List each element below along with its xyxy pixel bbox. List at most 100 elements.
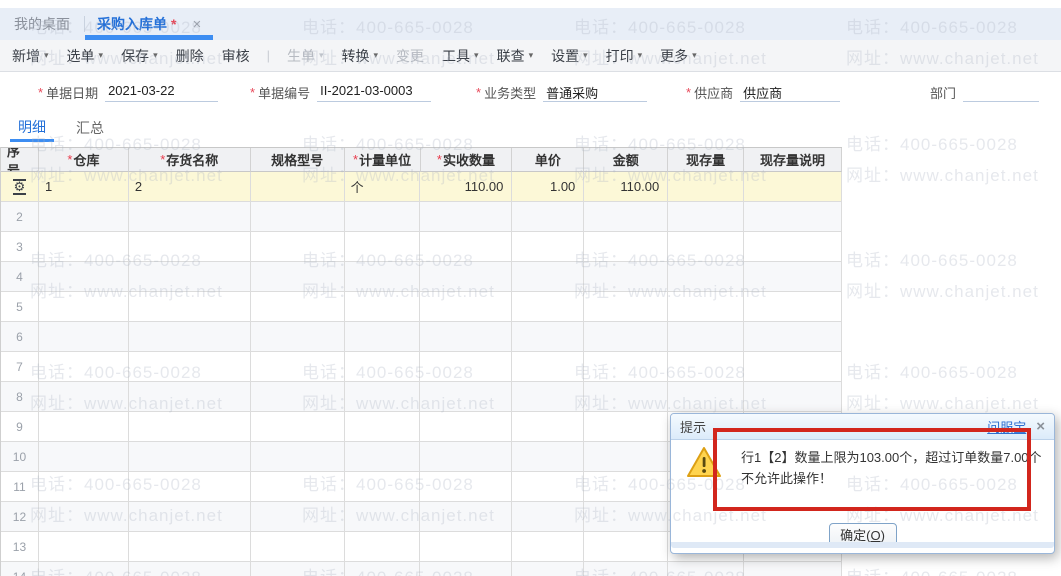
alert-dialog: 提示 问服宝 × 行1【2】数量上限为103.00个，超过订单数量7.00个 不… [670, 413, 1055, 554]
grid-cell[interactable]: 110.00 [420, 172, 513, 202]
grid-cell[interactable] [250, 172, 345, 202]
watermark-site-text: 网址：www.chanjet.net [846, 394, 1039, 413]
row-number: 5 [16, 299, 23, 314]
close-icon[interactable]: × [1036, 418, 1045, 435]
grid-cell[interactable] [744, 172, 842, 202]
grid-cell [584, 562, 669, 576]
grid-cell [744, 202, 842, 232]
field-value-input[interactable]: II-2021-03-0003 [317, 83, 432, 102]
table-row[interactable]: 2 [1, 202, 842, 232]
grid-cell [344, 412, 421, 442]
table-row[interactable]: 8 [1, 382, 842, 412]
table-row[interactable]: 7 [1, 352, 842, 382]
grid-cell [584, 262, 669, 292]
modified-marker: * [171, 16, 177, 32]
row-number-cell: 8 [1, 382, 39, 412]
toolbar-button[interactable]: 删除 [176, 46, 204, 66]
column-header-label: 单价 [534, 153, 561, 168]
toolbar-button[interactable]: 新增 ▾ [12, 46, 49, 66]
row-settings-cell[interactable]: ⚙ [1, 172, 39, 202]
grid-cell [344, 262, 421, 292]
grid-cell [668, 322, 745, 352]
column-header-label: 规格型号 [271, 153, 324, 168]
toolbar-button[interactable]: 选单 ▾ [67, 46, 104, 66]
grid-cell [344, 232, 421, 262]
row-number: 2 [16, 209, 23, 224]
grid-cell[interactable] [668, 172, 745, 202]
table-row[interactable]: 14 [1, 562, 842, 576]
grid-cell[interactable]: 1.00 [512, 172, 585, 202]
toolbar-button-label: 更多 [660, 47, 689, 64]
grid-cell[interactable]: 个 [344, 172, 421, 202]
row-number: 14 [13, 570, 26, 576]
toolbar-button[interactable]: 审核 [222, 46, 250, 66]
field-value-input[interactable]: 供应商 [740, 83, 841, 102]
grid-column-header[interactable]: 规格型号 [250, 148, 345, 172]
field-value-input[interactable] [963, 83, 1040, 102]
grid-cell [38, 472, 129, 502]
toolbar-button-label: 工具 [442, 47, 471, 64]
toolbar-button[interactable]: 保存 ▾ [121, 46, 158, 66]
grid-column-header[interactable]: * 计量单位 [344, 148, 421, 172]
chevron-down-icon: ▾ [528, 50, 534, 60]
grid-cell [251, 562, 345, 576]
table-row[interactable]: 6 [1, 322, 842, 352]
grid-cell [345, 562, 421, 576]
toolbar-button[interactable]: 工具 ▾ [442, 46, 479, 66]
grid-cell [128, 502, 251, 532]
toolbar-button-label: 生单 [286, 47, 315, 64]
grid-cell[interactable]: 110.00 [584, 172, 669, 202]
toolbar-button[interactable]: 生单 ▾ [287, 46, 324, 66]
message-line-1: 行1【2】数量上限为103.00个，超过订单数量7.00个 [741, 450, 1042, 465]
app-window: 我的桌面 采购入库单 * × 新增 ▾ 选单 ▾ 保存 ▾ 删除 审核 | 生单 ▾ 转换 ▾ 变更 工具 ▾… [0, 0, 1061, 576]
grid-cell[interactable]: 2 [128, 172, 251, 202]
grid-cell [668, 382, 745, 412]
grid-cell [250, 382, 345, 412]
row-number-cell: 14 [1, 562, 39, 576]
help-link[interactable]: 问服宝 [987, 417, 1026, 436]
grid-column-header[interactable]: 金额 [584, 148, 669, 172]
table-row[interactable]: 3 [1, 232, 842, 262]
close-icon[interactable]: × [192, 16, 201, 33]
grid-cell [250, 412, 345, 442]
row-number-cell: 4 [1, 262, 39, 292]
tab-detail[interactable]: 明细 [10, 112, 54, 142]
field-value-input[interactable]: 2021-03-22 [105, 83, 219, 102]
grid-column-header[interactable]: * 存货名称 [128, 148, 251, 172]
grid-column-header[interactable]: 序号 [1, 148, 39, 172]
row-number: 13 [12, 539, 27, 554]
toolbar-button[interactable]: 更多 ▾ [660, 46, 697, 66]
grid-column-header[interactable]: * 实收数量 [420, 148, 513, 172]
grid-cell [512, 562, 585, 576]
grid-cell [38, 442, 129, 472]
grid-cell [250, 442, 345, 472]
gear-icon[interactable]: ⚙ [12, 178, 27, 195]
grid-column-header[interactable]: 现存量说明 [744, 148, 842, 172]
table-row[interactable]: 5 [1, 292, 842, 322]
toolbar-button[interactable]: 联查 ▾ [497, 46, 534, 66]
grid-cell [584, 322, 669, 352]
grid-cell [584, 532, 669, 562]
tab-purchase-receipt[interactable]: 采购入库单 * × [85, 8, 214, 40]
toolbar-button[interactable]: 设置 ▾ [551, 46, 588, 66]
toolbar-button[interactable]: 变更 [396, 46, 424, 66]
grid-cell [38, 502, 129, 532]
table-row[interactable]: 4 [1, 262, 842, 292]
toolbar-button[interactable]: 转换 ▾ [342, 46, 379, 66]
grid-cell[interactable]: 1 [38, 172, 129, 202]
grid-column-header[interactable]: 现存量 [668, 148, 745, 172]
chevron-down-icon: ▾ [98, 50, 104, 60]
field-value-input[interactable]: 普通采购 [543, 83, 648, 102]
grid-cell [38, 292, 129, 322]
grid-column-header[interactable]: 单价 [512, 148, 585, 172]
toolbar-button[interactable]: 打印 ▾ [606, 46, 643, 66]
tab-my-desktop[interactable]: 我的桌面 [0, 8, 84, 40]
field-label: 部门 [930, 86, 957, 101]
row-number: 12 [12, 509, 27, 524]
row-number: 10 [12, 449, 27, 464]
tab-summary[interactable]: 汇总 [68, 113, 112, 142]
grid-column-header[interactable]: * 仓库 [38, 148, 129, 172]
grid-cell [512, 292, 585, 322]
column-header-label: 存货名称 [166, 153, 219, 168]
grid-cell [250, 232, 345, 262]
